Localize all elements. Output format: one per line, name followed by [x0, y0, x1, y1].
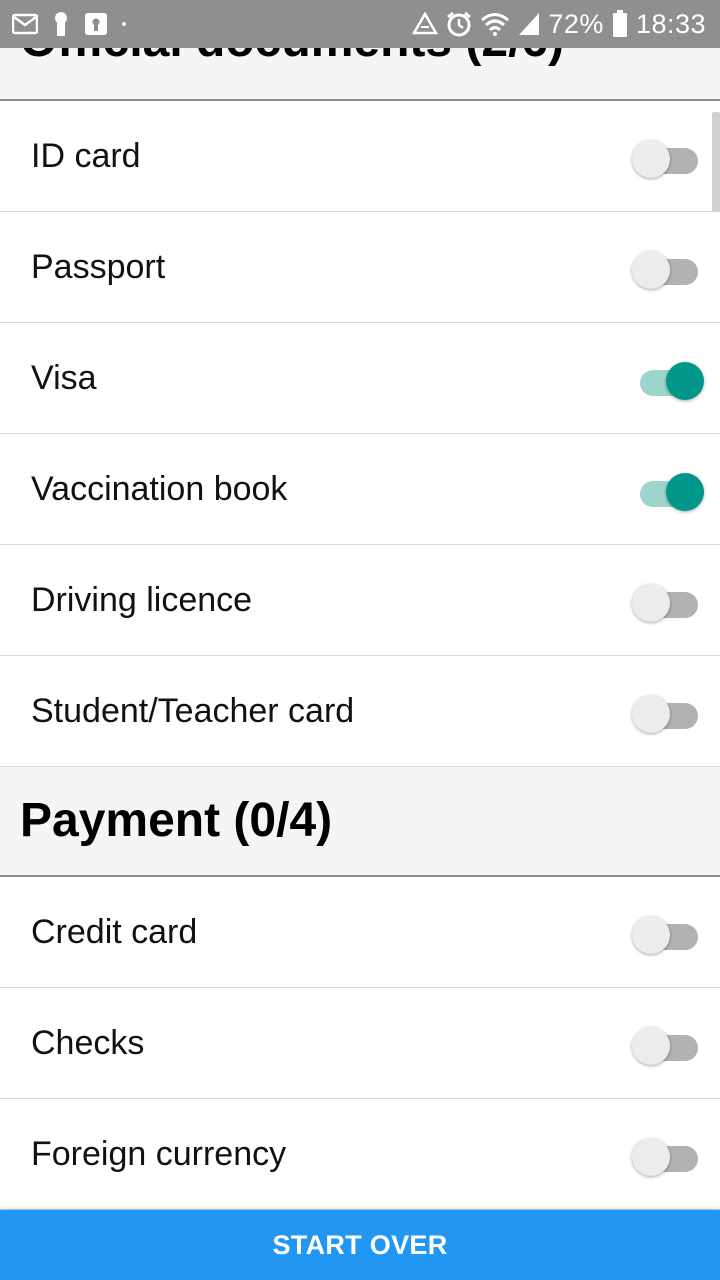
lock-icon [84, 12, 108, 36]
checklist: Official documents (2/6) ID card Passpor… [0, 48, 720, 1210]
battery-percent: 72% [548, 8, 604, 39]
signal-icon [518, 12, 540, 36]
toggle-switch[interactable] [632, 1023, 712, 1065]
item-label: Visa [31, 358, 97, 397]
checklist-item-visa[interactable]: Visa [0, 323, 720, 434]
item-label: ID card [31, 136, 141, 175]
dot-icon [122, 22, 126, 26]
wifi-icon [480, 12, 510, 36]
toggle-switch[interactable] [632, 912, 712, 954]
section-title: Official documents (2/6) [20, 48, 564, 65]
start-over-button[interactable]: START OVER [0, 1210, 720, 1280]
section-title: Payment (0/4) [20, 794, 333, 847]
section-header-official-documents: Official documents (2/6) [0, 48, 720, 101]
toggle-switch[interactable] [632, 580, 712, 622]
item-label: Vaccination book [31, 469, 288, 508]
toggle-switch[interactable] [632, 691, 712, 733]
toggle-switch[interactable] [632, 136, 712, 178]
status-bar: 72% 18:33 [0, 0, 720, 48]
checklist-item-student-teacher-card[interactable]: Student/Teacher card [0, 656, 720, 767]
lock-icon [52, 11, 70, 37]
checklist-item-id-card[interactable]: ID card [0, 101, 720, 212]
status-bar-left [12, 11, 126, 37]
item-label: Checks [31, 1023, 145, 1062]
item-label: Foreign currency [31, 1134, 287, 1173]
recycle-icon [412, 12, 439, 36]
toggle-switch[interactable] [632, 358, 712, 400]
battery-icon [612, 10, 628, 38]
item-label: Driving licence [31, 580, 253, 619]
toggle-switch[interactable] [632, 469, 712, 511]
section-header-payment: Payment (0/4) [0, 767, 720, 877]
mail-icon [12, 13, 38, 35]
checklist-item-vaccination-book[interactable]: Vaccination book [0, 434, 720, 545]
item-label: Credit card [31, 912, 198, 951]
toggle-switch[interactable] [632, 247, 712, 289]
toggle-switch[interactable] [632, 1134, 712, 1176]
checklist-item-foreign-currency[interactable]: Foreign currency [0, 1099, 720, 1210]
checklist-scroll-area[interactable]: Official documents (2/6) ID card Passpor… [0, 48, 720, 1210]
checklist-item-passport[interactable]: Passport [0, 212, 720, 323]
status-bar-right: 72% 18:33 [412, 9, 706, 40]
checklist-item-checks[interactable]: Checks [0, 988, 720, 1099]
item-label: Passport [31, 247, 166, 286]
item-label: Student/Teacher card [31, 691, 355, 730]
checklist-item-credit-card[interactable]: Credit card [0, 877, 720, 988]
alarm-icon [446, 11, 472, 37]
checklist-item-driving-licence[interactable]: Driving licence [0, 545, 720, 656]
status-time: 18:33 [635, 8, 706, 39]
scrollbar[interactable] [712, 112, 720, 212]
